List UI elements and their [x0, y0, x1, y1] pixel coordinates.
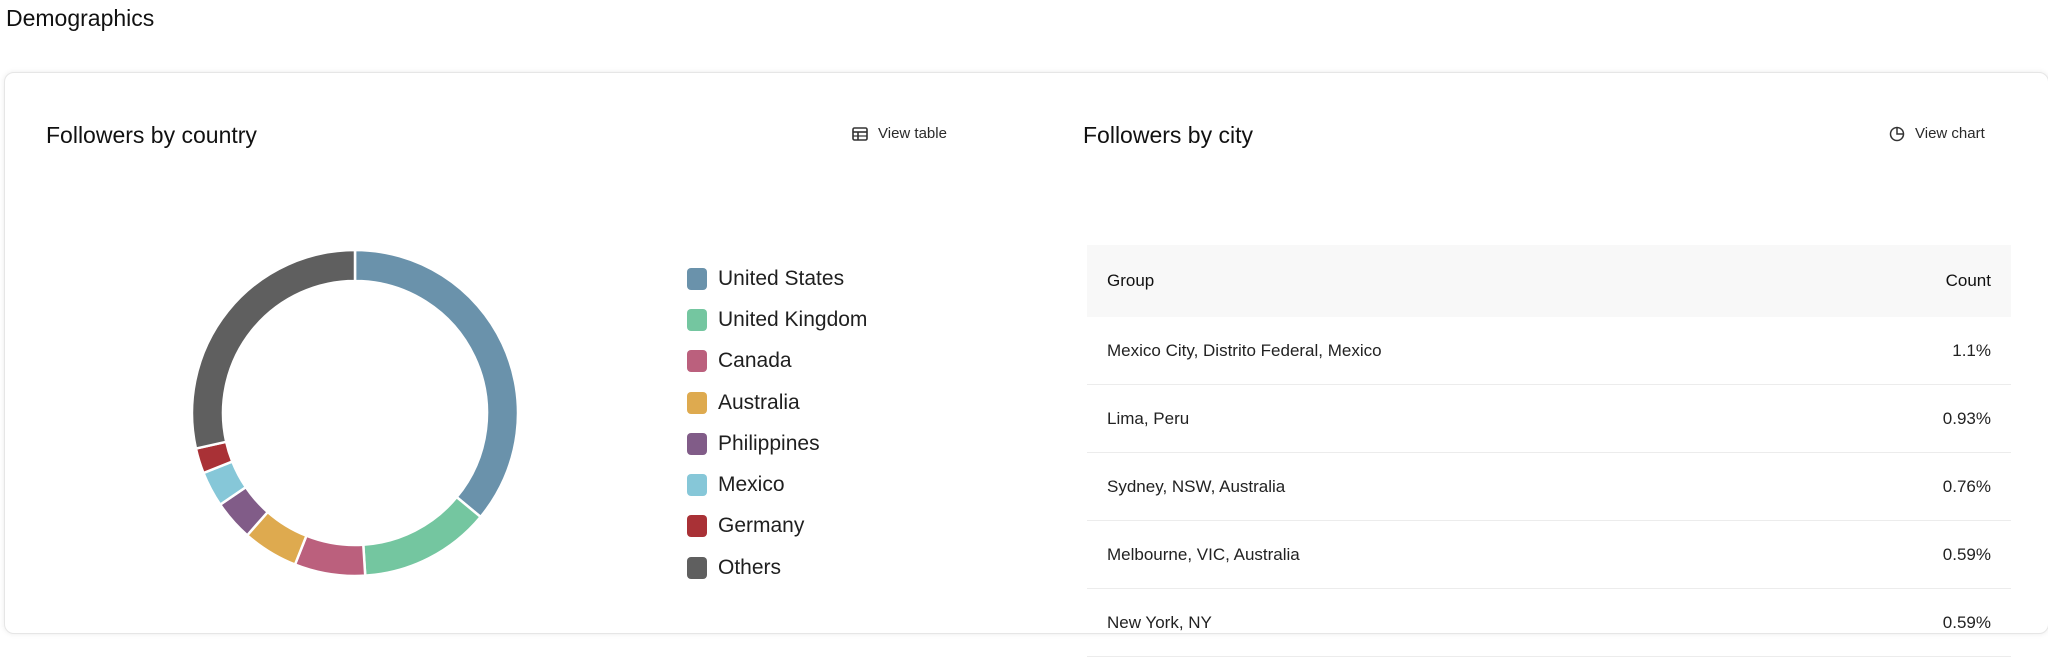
pie-chart-icon — [1889, 126, 1905, 142]
legend-label: Philippines — [718, 431, 820, 455]
city-count-cell: 0.59% — [1942, 612, 1991, 632]
donut-slice[interactable] — [190, 248, 357, 451]
legend-swatch — [687, 515, 707, 538]
legend-swatch — [687, 556, 707, 579]
donut-slice[interactable] — [353, 248, 520, 519]
legend-swatch — [687, 350, 707, 373]
city-group-cell: Sydney, NSW, Australia — [1107, 476, 1286, 496]
column-header-group: Group — [1107, 271, 1155, 290]
legend-swatch — [687, 391, 707, 414]
city-group-cell: Lima, Peru — [1107, 408, 1190, 428]
table-header: Group Count — [1087, 245, 2011, 317]
view-table-button[interactable]: View table — [852, 125, 947, 142]
legend-item[interactable]: Canada — [687, 341, 867, 382]
view-chart-button[interactable]: View chart — [1889, 125, 1985, 142]
city-count-cell: 0.76% — [1942, 476, 1991, 496]
country-legend: United States United Kingdom Canada Austral… — [687, 258, 867, 588]
city-group-cell: Melbourne, VIC, Australia — [1107, 544, 1300, 564]
page-title: Demographics — [6, 5, 155, 31]
legend-item[interactable]: United Kingdom — [687, 299, 867, 340]
legend-label: Canada — [718, 349, 792, 373]
legend-swatch — [687, 267, 707, 290]
legend-item[interactable]: Others — [687, 547, 867, 588]
table-row: Melbourne, VIC, Australia 0.59% — [1087, 521, 2011, 589]
legend-item[interactable]: United States — [687, 258, 867, 299]
table-row: Lima, Peru 0.93% — [1087, 385, 2011, 453]
legend-item[interactable]: Philippines — [687, 423, 867, 464]
legend-label: Germany — [718, 514, 805, 538]
country-section-title: Followers by country — [46, 122, 257, 148]
country-donut-chart — [190, 248, 520, 578]
legend-label: Australia — [718, 390, 800, 414]
demographics-card: Followers by country View table United S… — [4, 72, 2048, 657]
city-table: Group Count Mexico City, Distrito Federa… — [1087, 245, 2011, 657]
legend-swatch — [687, 308, 707, 331]
city-count-cell: 0.93% — [1942, 408, 1991, 428]
donut-slice[interactable] — [293, 534, 367, 578]
city-count-cell: 0.59% — [1942, 544, 1991, 564]
city-group-cell: New York, NY — [1107, 612, 1212, 632]
column-header-count: Count — [1945, 271, 1991, 290]
legend-item[interactable]: Germany — [687, 506, 867, 547]
city-count-cell: 1.1% — [1952, 340, 1991, 360]
legend-label: United States — [718, 266, 845, 290]
legend-label: United Kingdom — [718, 307, 868, 331]
table-row: New York, NY 0.59% — [1087, 589, 2011, 657]
legend-label: Others — [718, 555, 782, 579]
city-group-cell: Mexico City, Distrito Federal, Mexico — [1107, 340, 1382, 360]
legend-item[interactable]: Australia — [687, 382, 867, 423]
legend-label: Mexico — [718, 473, 785, 497]
table-row: Mexico City, Distrito Federal, Mexico 1.1… — [1087, 317, 2011, 385]
view-chart-label: View chart — [1915, 125, 1985, 142]
table-icon — [852, 126, 868, 141]
donut-slice[interactable] — [361, 495, 483, 578]
legend-swatch — [687, 474, 707, 497]
legend-item[interactable]: Mexico — [687, 464, 867, 505]
view-table-label: View table — [878, 125, 947, 142]
table-row: Sydney, NSW, Australia 0.76% — [1087, 453, 2011, 521]
legend-swatch — [687, 432, 707, 455]
city-section-title: Followers by city — [1083, 122, 1253, 148]
